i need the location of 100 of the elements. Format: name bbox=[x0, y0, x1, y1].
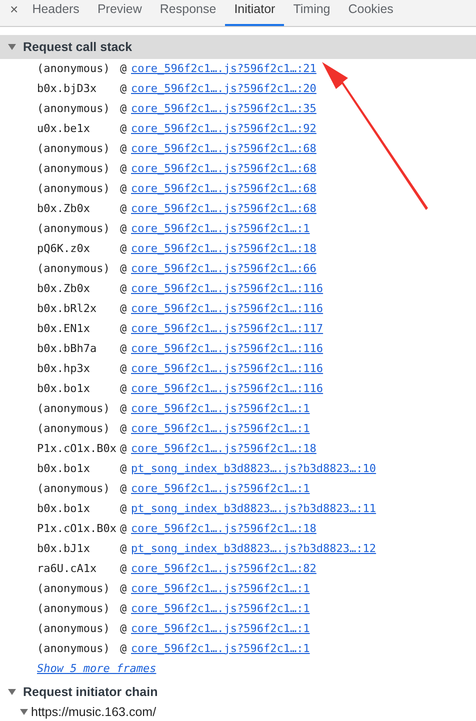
function-name: (anonymous) bbox=[37, 580, 111, 597]
at-sign: @ bbox=[120, 340, 128, 357]
at-sign: @ bbox=[120, 640, 128, 657]
at-sign: @ bbox=[120, 480, 128, 497]
function-name: b0x.Zb0x bbox=[37, 200, 91, 217]
source-link[interactable]: core_596f2c1….js?596f2c1…:92 bbox=[131, 120, 316, 138]
expanded-triangle-icon[interactable] bbox=[8, 688, 16, 696]
function-name: b0x.bo1x bbox=[37, 500, 91, 517]
source-link[interactable]: core_596f2c1….js?596f2c1…:1 bbox=[131, 580, 310, 598]
section-title: Request initiator chain bbox=[23, 684, 158, 701]
source-link[interactable]: core_596f2c1….js?596f2c1…:66 bbox=[131, 260, 316, 278]
at-sign: @ bbox=[120, 420, 128, 437]
source-link[interactable]: core_596f2c1….js?596f2c1…:68 bbox=[131, 200, 316, 218]
function-name: (anonymous) bbox=[37, 220, 111, 237]
source-link[interactable]: core_596f2c1….js?596f2c1…:116 bbox=[131, 380, 324, 398]
function-name: b0x.hp3x bbox=[37, 360, 91, 377]
source-link[interactable]: core_596f2c1….js?596f2c1…:1 bbox=[131, 600, 310, 618]
source-link[interactable]: pt_song_index_b3d8823….js?b3d8823…:10 bbox=[131, 460, 376, 478]
source-link[interactable]: core_596f2c1….js?596f2c1…:18 bbox=[131, 240, 316, 258]
initiator-url[interactable]: https://music.163.com/ bbox=[31, 702, 156, 721]
at-sign: @ bbox=[120, 220, 128, 237]
at-sign: @ bbox=[120, 560, 128, 577]
source-link[interactable]: core_596f2c1….js?596f2c1…:116 bbox=[131, 280, 324, 298]
source-link[interactable]: core_596f2c1….js?596f2c1…:1 bbox=[131, 480, 310, 498]
source-link[interactable]: core_596f2c1….js?596f2c1…:18 bbox=[131, 520, 316, 538]
source-link[interactable]: core_596f2c1….js?596f2c1…:35 bbox=[131, 100, 316, 118]
tab[interactable]: Initiator bbox=[225, 0, 284, 26]
tab[interactable]: Headers bbox=[23, 0, 88, 26]
at-sign: @ bbox=[120, 160, 128, 177]
source-link[interactable]: core_596f2c1….js?596f2c1…:116 bbox=[131, 360, 324, 378]
at-sign: @ bbox=[120, 260, 128, 277]
function-name: u0x.be1x bbox=[37, 120, 91, 137]
at-sign: @ bbox=[120, 140, 128, 157]
source-link[interactable]: core_596f2c1….js?596f2c1…:21 bbox=[131, 60, 316, 78]
source-link[interactable]: core_596f2c1….js?596f2c1…:18 bbox=[131, 440, 316, 458]
function-name: b0x.bo1x bbox=[37, 380, 91, 397]
source-link[interactable]: core_596f2c1….js?596f2c1…:117 bbox=[131, 320, 324, 338]
function-name: (anonymous) bbox=[37, 260, 111, 277]
at-sign: @ bbox=[120, 460, 128, 477]
source-link[interactable]: core_596f2c1….js?596f2c1…:116 bbox=[131, 300, 324, 318]
at-sign: @ bbox=[120, 280, 128, 297]
tab[interactable]: Timing bbox=[284, 0, 340, 26]
function-name: b0x.bBh7a bbox=[37, 340, 98, 357]
source-link[interactable]: core_596f2c1….js?596f2c1…:1 bbox=[131, 400, 310, 418]
function-name: P1x.cO1x.B0x bbox=[37, 520, 118, 537]
function-name: pQ6K.z0x bbox=[37, 240, 91, 257]
tab[interactable]: Cookies bbox=[339, 0, 402, 26]
source-link[interactable]: core_596f2c1….js?596f2c1…:1 bbox=[131, 420, 310, 438]
at-sign: @ bbox=[120, 100, 128, 117]
at-sign: @ bbox=[120, 80, 128, 97]
function-name: b0x.bjD3x bbox=[37, 80, 98, 97]
section-header[interactable]: Request call stack bbox=[0, 35, 476, 59]
function-name: (anonymous) bbox=[37, 480, 111, 497]
source-link[interactable]: core_596f2c1….js?596f2c1…:68 bbox=[131, 140, 316, 158]
function-name: b0x.bRl2x bbox=[37, 300, 98, 317]
source-link[interactable]: core_596f2c1….js?596f2c1…:82 bbox=[131, 560, 316, 578]
show-more-link[interactable]: Show 5 more frames bbox=[37, 659, 156, 679]
tab[interactable]: Response bbox=[150, 0, 226, 26]
source-link[interactable]: core_596f2c1….js?596f2c1…:68 bbox=[131, 160, 316, 178]
function-name: (anonymous) bbox=[37, 140, 111, 157]
function-name: (anonymous) bbox=[37, 180, 111, 197]
source-link[interactable]: core_596f2c1….js?596f2c1…:1 bbox=[131, 640, 310, 658]
function-name: (anonymous) bbox=[37, 640, 111, 657]
at-sign: @ bbox=[120, 60, 128, 77]
function-name: (anonymous) bbox=[37, 100, 111, 117]
at-sign: @ bbox=[120, 120, 128, 137]
at-sign: @ bbox=[120, 240, 128, 257]
function-name: (anonymous) bbox=[37, 620, 111, 637]
at-sign: @ bbox=[120, 440, 128, 457]
source-link[interactable]: core_596f2c1….js?596f2c1…:20 bbox=[131, 80, 316, 98]
function-name: (anonymous) bbox=[37, 400, 111, 417]
tab[interactable]: Preview bbox=[88, 0, 151, 26]
source-link[interactable]: core_596f2c1….js?596f2c1…:1 bbox=[131, 220, 310, 238]
source-link[interactable]: core_596f2c1….js?596f2c1…:68 bbox=[131, 180, 316, 198]
function-name: b0x.EN1x bbox=[37, 320, 91, 337]
at-sign: @ bbox=[120, 520, 128, 537]
at-sign: @ bbox=[120, 360, 128, 377]
source-link[interactable]: pt_song_index_b3d8823….js?b3d8823…:12 bbox=[131, 540, 376, 558]
function-name: b0x.Zb0x bbox=[37, 280, 91, 297]
function-name: b0x.bo1x bbox=[37, 460, 91, 477]
function-name: (anonymous) bbox=[37, 60, 111, 77]
source-link[interactable]: core_596f2c1….js?596f2c1…:1 bbox=[131, 620, 310, 638]
close-button[interactable]: × bbox=[5, 0, 24, 26]
at-sign: @ bbox=[120, 300, 128, 317]
at-sign: @ bbox=[120, 600, 128, 617]
section-title: Request call stack bbox=[23, 38, 132, 56]
at-sign: @ bbox=[120, 200, 128, 217]
at-sign: @ bbox=[120, 500, 128, 517]
source-link[interactable]: core_596f2c1….js?596f2c1…:116 bbox=[131, 340, 324, 358]
source-link[interactable]: pt_song_index_b3d8823….js?b3d8823…:11 bbox=[131, 500, 376, 518]
expanded-triangle-icon[interactable] bbox=[20, 708, 28, 716]
at-sign: @ bbox=[120, 580, 128, 597]
at-sign: @ bbox=[120, 180, 128, 197]
function-name: (anonymous) bbox=[37, 160, 111, 177]
function-name: P1x.cO1x.B0x bbox=[37, 440, 118, 457]
at-sign: @ bbox=[120, 320, 128, 337]
at-sign: @ bbox=[120, 540, 128, 557]
expanded-triangle-icon[interactable] bbox=[8, 43, 16, 51]
function-name: ra6U.cA1x bbox=[37, 560, 98, 577]
function-name: b0x.bJ1x bbox=[37, 540, 91, 557]
